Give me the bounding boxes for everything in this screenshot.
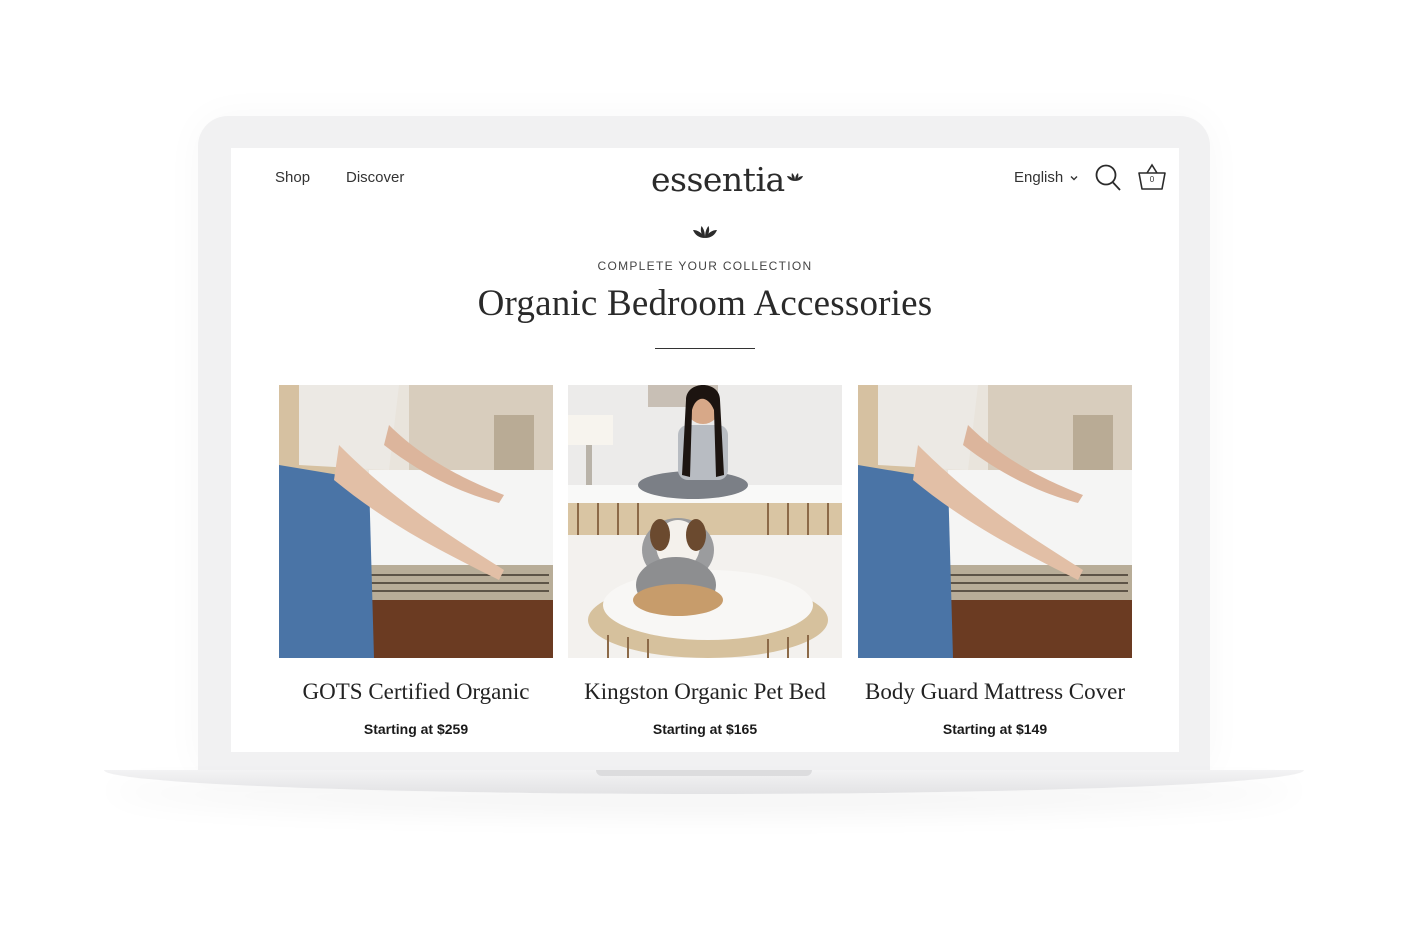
section-divider	[655, 348, 755, 349]
nav-discover-link[interactable]: Discover	[346, 169, 404, 186]
language-label: English	[1014, 169, 1064, 186]
logo-lotus-icon	[786, 173, 803, 181]
product-price: Starting at $165	[652, 721, 758, 737]
nav-shop-link[interactable]: Shop	[275, 169, 310, 186]
site-logo[interactable]: essentia	[651, 154, 821, 204]
product-name[interactable]: GOTS Certified Organic	[271, 679, 561, 705]
section-title: Organic Bedroom Accessories	[477, 283, 933, 324]
product-photo	[568, 385, 842, 658]
logo-wordmark: essentia	[651, 159, 785, 199]
product-name[interactable]: Body Guard Mattress Cover	[850, 679, 1140, 705]
section-eyebrow: COMPLETE YOUR COLLECTION	[597, 259, 813, 273]
chevron-down-icon	[1070, 175, 1078, 180]
product-photo	[279, 385, 553, 658]
product-image-mattress-protector[interactable]	[279, 385, 553, 658]
product-image-pet-bed[interactable]	[568, 385, 842, 658]
product-price: Starting at $259	[363, 721, 469, 737]
site-header: Shop Discover essentia English 0	[231, 148, 1179, 208]
language-selector[interactable]: English	[1014, 169, 1079, 186]
browser-screen: Shop Discover essentia English 0 COMPLET…	[231, 148, 1179, 752]
search-icon	[1095, 164, 1121, 191]
product-name[interactable]: Kingston Organic Pet Bed	[560, 679, 850, 705]
cart-button[interactable]: 0	[1137, 162, 1167, 197]
device-mockup: Shop Discover essentia English 0 COMPLET…	[0, 0, 1405, 928]
lotus-divider-icon	[693, 226, 717, 238]
product-price: Starting at $149	[942, 721, 1048, 737]
search-button[interactable]	[1095, 164, 1121, 197]
product-image-mattress-cover[interactable]	[858, 385, 1132, 658]
laptop-notch	[596, 770, 812, 776]
product-photo	[858, 385, 1132, 658]
cart-count-badge: 0	[1149, 175, 1155, 184]
